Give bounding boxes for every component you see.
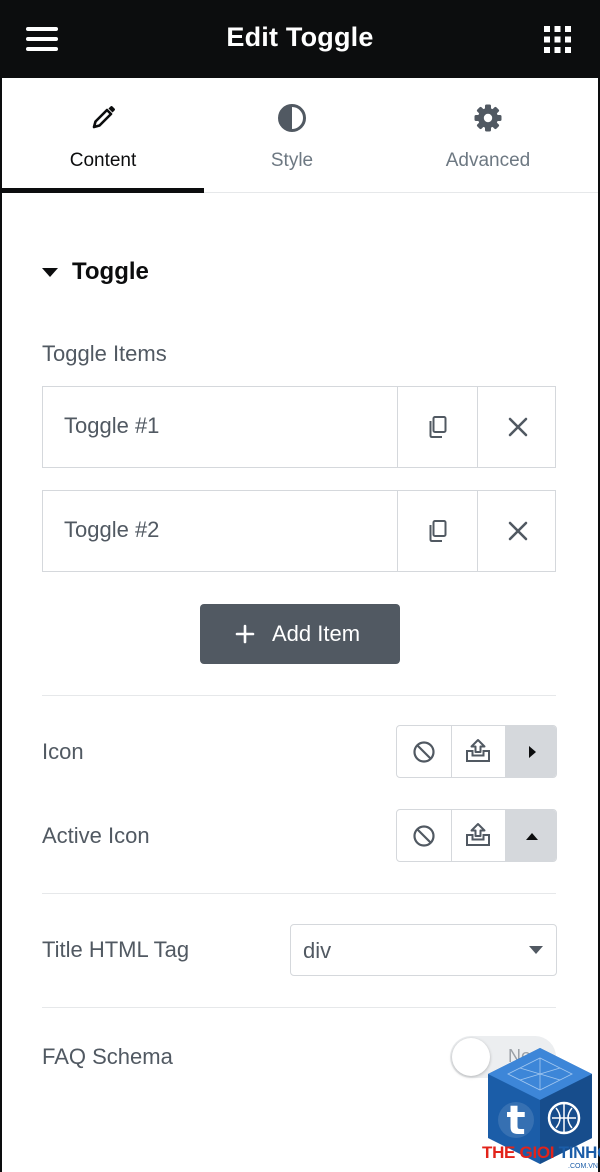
chevron-down-icon xyxy=(529,946,543,954)
plus-icon xyxy=(235,624,255,644)
upload-icon xyxy=(466,739,490,762)
section-title: Toggle xyxy=(72,258,149,285)
panel-header: Edit Toggle xyxy=(0,0,600,78)
repeater-item-title[interactable]: Toggle #2 xyxy=(43,491,397,571)
title-html-tag-value: div xyxy=(303,938,332,963)
copy-icon xyxy=(429,416,447,438)
watermark-domain: .COM.VN xyxy=(568,1163,598,1170)
repeater-item-title-text: Toggle #2 xyxy=(64,517,160,542)
add-item-label: Add Item xyxy=(272,621,361,646)
none-icon xyxy=(413,825,435,847)
icon-library-button[interactable] xyxy=(506,726,556,777)
icon-none-button[interactable] xyxy=(397,726,451,777)
caret-down-icon xyxy=(42,268,58,277)
divider xyxy=(42,1007,556,1008)
active-icon-library-button[interactable] xyxy=(506,810,556,861)
watermark-brand: THE GIOI TINHOC xyxy=(482,1143,600,1162)
panel-title: Edit Toggle xyxy=(226,22,374,52)
remove-button[interactable] xyxy=(477,491,558,571)
remove-button[interactable] xyxy=(477,387,558,467)
repeater-item-title[interactable]: Toggle #1 xyxy=(43,387,397,467)
close-icon xyxy=(508,417,528,437)
duplicate-button[interactable] xyxy=(397,491,478,571)
watermark-logo-letter: t xyxy=(506,1098,525,1144)
title-html-tag-select[interactable]: div xyxy=(290,924,557,976)
half-circle-icon xyxy=(278,104,306,132)
tab-style[interactable]: Style xyxy=(194,78,390,192)
active-icon-upload-button[interactable] xyxy=(452,810,505,861)
add-item-button[interactable]: Add Item xyxy=(200,604,400,664)
upload-icon xyxy=(466,823,490,846)
toggle-items-label: Toggle Items xyxy=(42,341,167,366)
icon-label: Icon xyxy=(42,739,84,764)
duplicate-button[interactable] xyxy=(397,387,478,467)
none-icon xyxy=(413,741,435,763)
grid-apps-icon[interactable] xyxy=(544,26,571,53)
faq-schema-label: FAQ Schema xyxy=(42,1044,173,1069)
tab-advanced-label: Advanced xyxy=(445,150,531,171)
tab-advanced[interactable]: Advanced xyxy=(390,78,586,192)
divider xyxy=(42,695,556,696)
active-icon-label: Active Icon xyxy=(42,823,150,848)
frame-border-left xyxy=(0,78,2,1172)
tab-style-label: Style xyxy=(270,150,314,171)
active-icon-none-button[interactable] xyxy=(397,810,451,861)
copy-icon xyxy=(429,520,447,542)
icon-upload-button[interactable] xyxy=(452,726,505,777)
caret-up-icon xyxy=(526,833,538,840)
tab-content[interactable]: Content xyxy=(2,78,204,193)
close-icon xyxy=(508,521,528,541)
icon-chooser xyxy=(396,725,557,778)
repeater-item: Toggle #2 xyxy=(42,490,556,572)
tab-content-label: Content xyxy=(69,150,137,171)
caret-right-icon xyxy=(529,746,536,758)
pencil-icon xyxy=(92,106,115,129)
title-html-tag-label: Title HTML Tag xyxy=(42,937,190,962)
divider xyxy=(42,893,556,894)
active-icon-chooser xyxy=(396,809,557,862)
repeater-item: Toggle #1 xyxy=(42,386,556,468)
repeater-item-title-text: Toggle #1 xyxy=(64,413,160,438)
editor-tabs: Content Style Advanced xyxy=(2,78,598,193)
gear-icon xyxy=(474,104,502,132)
